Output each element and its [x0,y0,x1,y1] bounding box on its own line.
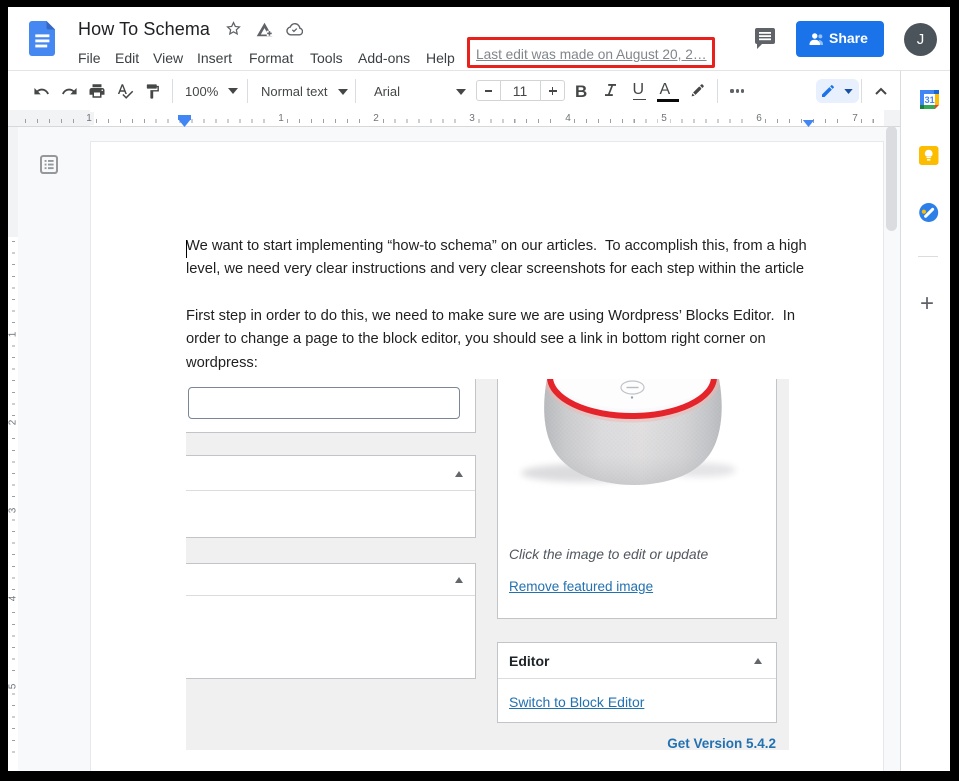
svg-text:31: 31 [924,95,934,105]
